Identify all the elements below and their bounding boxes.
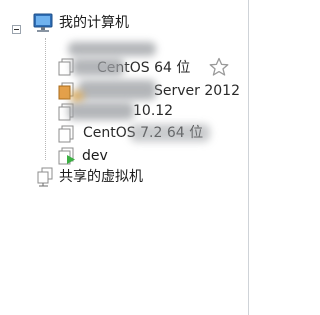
collapse-toggle-icon[interactable]: [12, 25, 21, 34]
library-tree-panel: 我的计算机 CentOS 64 位 Server 2012 10.12 Cent…: [0, 0, 249, 315]
redaction-blur: [70, 91, 84, 101]
redaction-blur: [78, 80, 156, 100]
vm-running-icon: [58, 147, 75, 165]
tree-root-my-computer[interactable]: 我的计算机: [59, 14, 129, 32]
computer-icon: [33, 13, 53, 32]
redaction-blur: [68, 102, 134, 120]
redaction-blur: [68, 42, 156, 56]
vm-icon: [58, 125, 74, 143]
tree-item-dev[interactable]: dev: [55, 145, 245, 167]
redaction-blur: [72, 58, 124, 76]
redaction-blur: [130, 124, 210, 142]
tree-item-dev-label: dev: [82, 147, 108, 165]
tree-item-vm-3-label: 10.12: [133, 102, 174, 120]
tree-item-shared-vms[interactable]: 共享的虚拟机: [59, 168, 143, 186]
tree-connector-line: [45, 38, 46, 160]
shared-vm-icon: [37, 167, 53, 187]
star-icon[interactable]: [209, 57, 229, 77]
tree-item-vm-2-label: Server 2012: [154, 82, 240, 100]
